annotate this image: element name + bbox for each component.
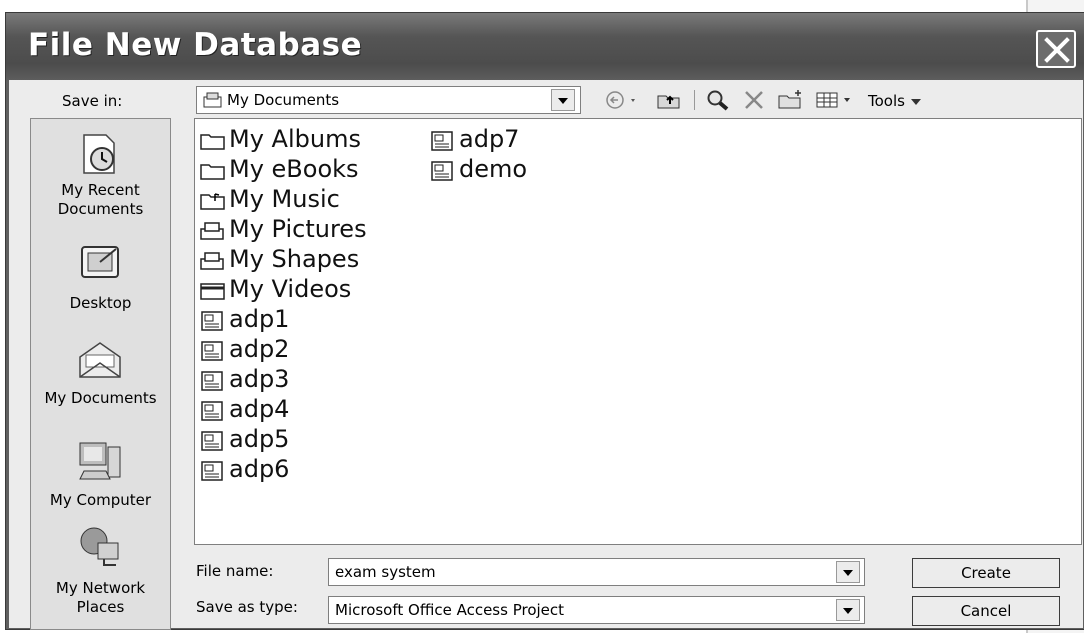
- close-icon: [1044, 37, 1070, 63]
- search-web-icon[interactable]: [704, 88, 732, 112]
- my-computer-icon: [79, 442, 121, 480]
- folder-icon: [200, 134, 225, 150]
- access-project-icon: [201, 461, 223, 481]
- pictures-folder-icon: [200, 222, 224, 240]
- access-project-icon: [201, 431, 223, 451]
- file-name: adp5: [229, 425, 290, 453]
- file-name-value: exam system: [335, 563, 436, 581]
- save-as-type-label: Save as type:: [196, 598, 298, 616]
- file-name: adp6: [229, 455, 290, 483]
- folder-icon: [200, 164, 225, 180]
- access-project-icon: [431, 131, 453, 151]
- access-project-icon: [201, 341, 223, 361]
- file-name: My Music: [229, 185, 340, 213]
- music-folder-icon: [200, 193, 225, 210]
- recent-documents-icon: [83, 134, 115, 174]
- save-as-type-dropdown-button[interactable]: [836, 599, 860, 621]
- access-project-icon: [201, 401, 223, 421]
- place-label: Desktop: [69, 294, 132, 312]
- access-project-icon: [201, 371, 223, 391]
- place-label: My Documents: [44, 389, 157, 407]
- place-label: My Network Places: [55, 579, 146, 616]
- places-bar: My Recent Documents Desktop My Documents…: [30, 118, 171, 630]
- save-in-combo[interactable]: My Documents: [196, 86, 581, 114]
- back-icon[interactable]: [604, 88, 646, 112]
- file-name: My Videos: [229, 275, 352, 303]
- pictures-folder-icon: [200, 252, 224, 270]
- place-label: My Computer: [49, 491, 152, 509]
- save-in-label: Save in:: [62, 92, 123, 110]
- up-folder-icon[interactable]: [655, 88, 685, 112]
- file-name: adp7: [459, 125, 520, 153]
- save-in-dropdown-button[interactable]: [551, 89, 575, 111]
- save-in-value: My Documents: [227, 91, 340, 109]
- save-as-type-select[interactable]: Microsoft Office Access Project: [328, 596, 865, 624]
- file-name-label: File name:: [196, 562, 274, 580]
- create-button[interactable]: Create: [912, 558, 1060, 588]
- file-name: adp2: [229, 335, 290, 363]
- dialog-title: File New Database: [28, 27, 363, 63]
- my-documents-small-icon: [203, 92, 222, 108]
- file-name: demo: [459, 155, 528, 183]
- desktop-icon: [81, 246, 119, 278]
- file-list[interactable]: My Albums My eBooks My Music My Pictures…: [194, 118, 1082, 545]
- network-places-icon: [80, 527, 119, 566]
- place-label: My Recent Documents: [57, 181, 144, 218]
- file-name: My Albums: [229, 125, 361, 153]
- close-button[interactable]: [1036, 30, 1076, 68]
- cancel-button[interactable]: Cancel: [912, 596, 1060, 626]
- new-folder-icon[interactable]: [776, 88, 806, 112]
- file-name: My eBooks: [229, 155, 359, 183]
- file-name-field[interactable]: exam system: [328, 558, 865, 586]
- views-icon[interactable]: [814, 88, 866, 112]
- toolbar-separator: [694, 90, 695, 110]
- file-name: My Pictures: [229, 215, 367, 243]
- tools-dropdown-icon[interactable]: [910, 98, 922, 106]
- my-documents-icon: [79, 342, 121, 378]
- file-name: adp4: [229, 395, 290, 423]
- access-project-icon: [431, 161, 453, 181]
- file-name: adp3: [229, 365, 290, 393]
- file-name: adp1: [229, 305, 290, 333]
- video-folder-icon: [200, 283, 225, 300]
- file-name: My Shapes: [229, 245, 360, 273]
- access-project-icon: [201, 311, 223, 331]
- delete-icon[interactable]: [740, 88, 768, 112]
- title-bar[interactable]: File New Database: [6, 13, 1084, 81]
- file-name-dropdown-button[interactable]: [836, 561, 860, 583]
- tools-menu[interactable]: Tools: [868, 92, 905, 110]
- save-as-type-value: Microsoft Office Access Project: [335, 601, 565, 619]
